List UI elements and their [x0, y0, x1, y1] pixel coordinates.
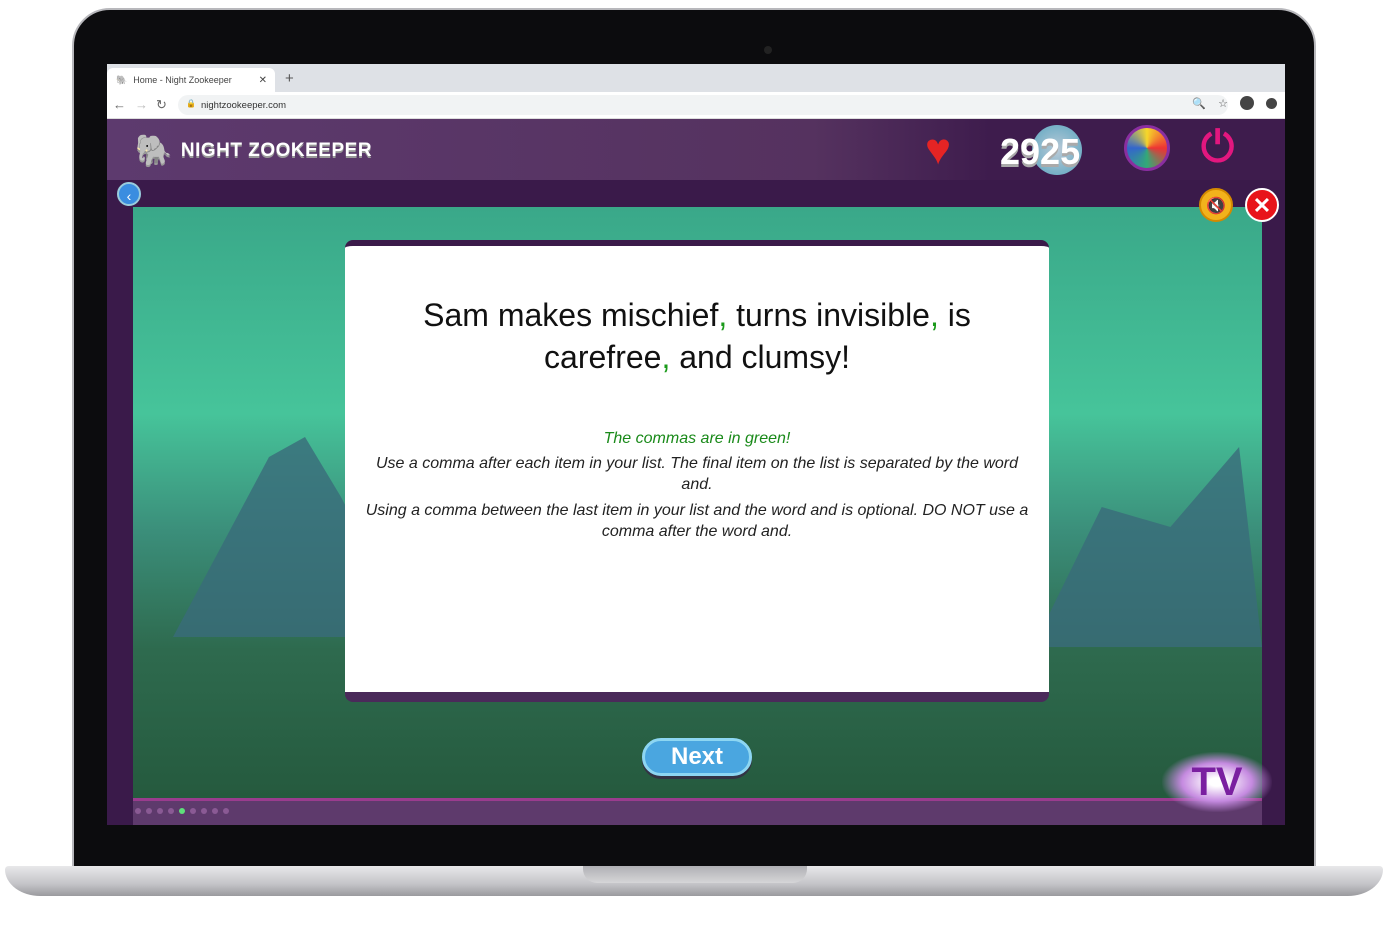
lesson-card: Sam makes mischief, turns invisible, is …: [345, 240, 1049, 702]
back-button[interactable]: ‹: [117, 182, 141, 206]
tab-title: Home - Night Zookeeper: [133, 75, 232, 85]
rule-text-2: Using a comma between the last item in y…: [365, 502, 1029, 540]
mute-button[interactable]: 🔇: [1199, 188, 1233, 222]
back-arrow-icon[interactable]: ←: [113, 97, 126, 112]
progress-dot: [201, 808, 207, 814]
star-icon[interactable]: ☆: [1218, 97, 1228, 110]
progress-dot: [179, 808, 185, 814]
url-field[interactable]: 🔒 nightzookeeper.com: [178, 95, 1228, 115]
progress-dot: [157, 808, 163, 814]
progress-dot: [212, 808, 218, 814]
avatar[interactable]: [1124, 125, 1170, 171]
favicon-elephant-icon: 🐘: [116, 74, 128, 85]
hint-text: The commas are in green!: [603, 430, 791, 447]
tab-bar: 🐘 Home - Night Zookeeper ✕ +: [107, 64, 1285, 92]
laptop-notch: [583, 866, 807, 883]
progress-dot: [146, 808, 152, 814]
logo[interactable]: 🐘 NIGHT ZOOKEEPER: [135, 133, 372, 168]
browser-tab[interactable]: 🐘 Home - Night Zookeeper ✕: [107, 68, 275, 92]
screen: 🐘 Home - Night Zookeeper ✕ + ← → ↻ 🔒 nigh…: [107, 64, 1285, 825]
extension-icon[interactable]: [1266, 97, 1277, 109]
close-button[interactable]: ✕: [1245, 188, 1279, 222]
camera: [764, 46, 772, 54]
lock-icon: 🔒: [186, 99, 196, 108]
app-header: 🐘 NIGHT ZOOKEEPER ♥ 2925 ⏻: [107, 119, 1285, 180]
zoom-icon[interactable]: 🔍: [1192, 97, 1206, 110]
progress-dot: [168, 808, 174, 814]
forward-arrow-icon[interactable]: →: [135, 97, 148, 112]
progress-strip: [133, 798, 1262, 825]
profile-icon[interactable]: [1240, 96, 1254, 110]
power-icon[interactable]: ⏻: [1201, 123, 1234, 172]
progress-dot: [190, 808, 196, 814]
progress-dot: [135, 808, 141, 814]
example-sentence: Sam makes mischief, turns invisible, is …: [423, 297, 971, 375]
rule-text-1: Use a comma after each item in your list…: [375, 455, 1019, 493]
progress-dot: [223, 808, 229, 814]
close-tab-icon[interactable]: ✕: [259, 75, 267, 86]
logo-text: NIGHT ZOOKEEPER: [180, 139, 373, 161]
address-bar-row: ← → ↻ 🔒 nightzookeeper.com 🔍 ☆: [107, 92, 1285, 119]
new-tab-button[interactable]: +: [285, 70, 294, 87]
elephant-logo-icon: 🐘: [135, 134, 173, 167]
url-text: nightzookeeper.com: [201, 100, 287, 111]
next-button[interactable]: Next: [642, 738, 752, 776]
mountain: [1033, 447, 1262, 647]
tv-logo[interactable]: TV: [1162, 752, 1272, 812]
score: 2925: [1000, 131, 1081, 172]
reload-icon[interactable]: ↻: [156, 97, 167, 113]
progress-dots: [135, 808, 229, 814]
game-area: ‹ 🔇 ✕ Sam makes mischief, turns invisibl…: [107, 180, 1285, 825]
heart-icon[interactable]: ♥: [925, 125, 951, 175]
